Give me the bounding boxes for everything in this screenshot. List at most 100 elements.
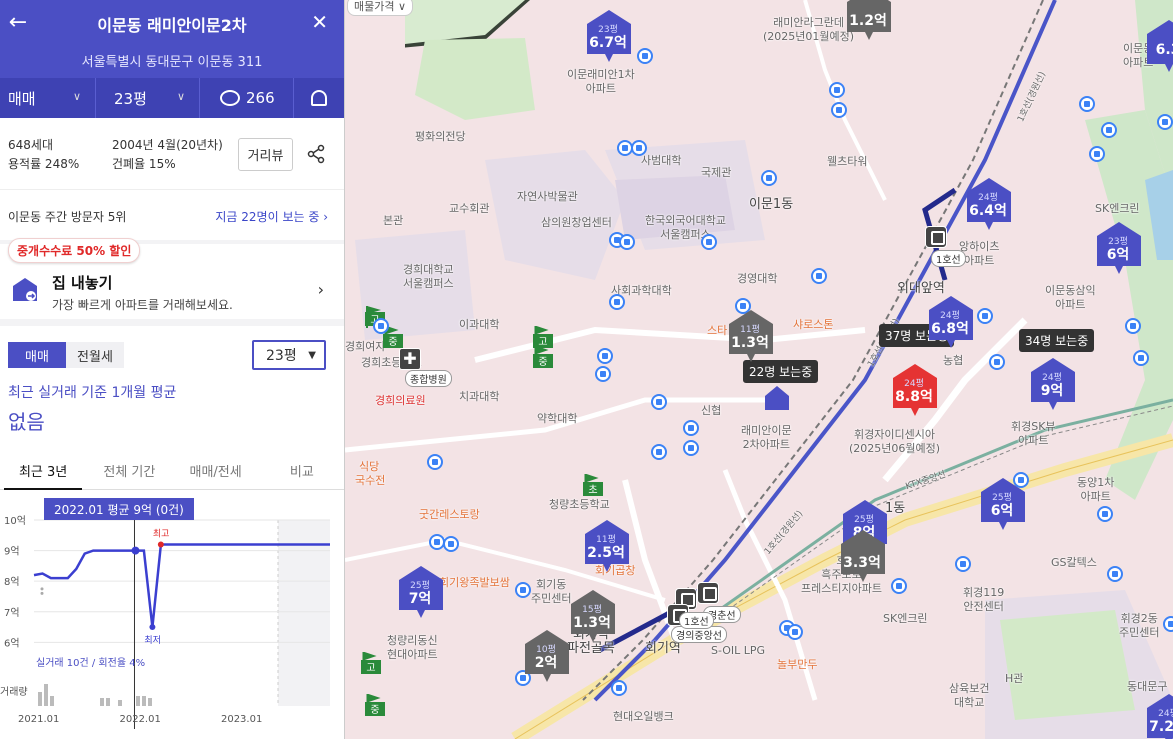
house-arrow-icon	[10, 274, 40, 304]
school-icon[interactable]: 중	[365, 693, 385, 718]
chart-shaded-area	[278, 520, 330, 706]
bus-stop-icon[interactable]	[977, 308, 993, 324]
bus-stop-icon[interactable]	[619, 234, 635, 250]
chevron-right-icon: ›	[317, 280, 324, 299]
street-view-button[interactable]: 거리뷰	[238, 138, 293, 171]
selected-complex-marker[interactable]	[763, 384, 791, 412]
marker-price: 6.8억	[931, 321, 969, 337]
map-label: 회기왕족발보쌈	[439, 576, 510, 589]
bus-stop-icon[interactable]	[609, 294, 625, 310]
viewers-now-link[interactable]: 지금 22명이 보는 중 ›	[215, 208, 328, 225]
school-badge-text: 초	[588, 484, 597, 496]
bus-stop-icon[interactable]	[955, 556, 971, 572]
size-select[interactable]: 23평 ▼	[252, 340, 326, 370]
bus-stop-icon[interactable]	[683, 440, 699, 456]
bus-stop-icon[interactable]	[597, 348, 613, 364]
bus-stop-icon[interactable]	[1107, 566, 1123, 582]
school-icon[interactable]: 초	[583, 473, 603, 498]
price-marker[interactable]: 24평7.2억	[1145, 694, 1173, 739]
map-label: 이문동삼익 아파트	[1045, 284, 1096, 311]
tab-sale-jeonse[interactable]: 매매/전세	[173, 452, 259, 489]
bus-stop-icon[interactable]	[1079, 96, 1095, 112]
bus-stop-icon[interactable]	[651, 394, 667, 410]
bus-stop-icon[interactable]	[831, 102, 847, 118]
bus-stop-icon[interactable]	[651, 444, 667, 460]
bus-stop-icon[interactable]	[701, 234, 717, 250]
bus-stop-icon[interactable]	[373, 318, 389, 334]
subway-station-icon[interactable]	[925, 226, 947, 248]
map-label: 현대오일뱅크	[613, 710, 674, 723]
map-label: 휘경SK뷰 아파트	[1011, 420, 1056, 447]
school-icon[interactable]: 고	[361, 651, 381, 676]
tab-recent-3y[interactable]: 최근 3년	[0, 452, 86, 490]
bus-stop-icon[interactable]	[829, 82, 845, 98]
price-marker[interactable]: 24평 8.8억	[891, 364, 939, 416]
sell-promo-card[interactable]: 중개수수료 50% 할인 집 내놓기 가장 빠르게 아파트를 거래해보세요. ›	[0, 238, 344, 326]
map-view[interactable]: 매물가격 ∨ 이문래미안1차 아파트 래미안라그란데 (2025년01월예정) 평화…	[345, 0, 1173, 739]
map-label: 이문래미안1차 아파트	[567, 68, 635, 95]
price-marker[interactable]: 10평 2억	[523, 630, 571, 682]
bus-stop-icon[interactable]	[787, 624, 803, 640]
bus-stop-icon[interactable]	[1089, 146, 1105, 162]
share-icon[interactable]	[306, 144, 326, 164]
price-marker[interactable]: 24평 6.4억	[965, 178, 1013, 230]
price-marker[interactable]: 23평 6.7억	[585, 10, 633, 62]
hospital-icon[interactable]: ✚	[399, 348, 421, 370]
discount-badge: 중개수수료 50% 할인	[8, 238, 141, 263]
bus-stop-icon[interactable]	[891, 578, 907, 594]
bus-stop-icon[interactable]	[611, 680, 627, 696]
bus-stop-icon[interactable]	[1101, 122, 1117, 138]
price-marker[interactable]: 15평 1.3억	[569, 590, 617, 642]
bus-stop-icon[interactable]	[515, 582, 531, 598]
marker-content: 1.2억	[845, 0, 891, 34]
price-marker[interactable]: 6.3	[1145, 20, 1173, 72]
price-marker[interactable]: 25평 7억	[397, 566, 445, 618]
tab-compare[interactable]: 비교	[259, 452, 344, 489]
price-marker[interactable]: 24평 6.8억	[927, 296, 975, 348]
bus-stop-icon[interactable]	[1097, 506, 1113, 522]
school-icon[interactable]: 중	[533, 345, 553, 370]
tab-all-period[interactable]: 전체 기간	[86, 452, 172, 489]
price-marker[interactable]: 24평 9억	[1029, 358, 1077, 410]
marker-price: 2억	[534, 655, 558, 671]
price-marker[interactable]: 11평 1.3억	[727, 310, 775, 362]
bus-stop-icon[interactable]	[811, 268, 827, 284]
bus-stop-icon[interactable]	[1133, 350, 1149, 366]
price-marker[interactable]: 11평 2.5억	[583, 520, 631, 572]
map-label: S-OIL LPG	[711, 644, 766, 657]
bus-stop-icon[interactable]	[637, 48, 653, 64]
map-label: 청량리동신 현대아파트	[387, 634, 438, 661]
bus-stop-icon[interactable]	[761, 170, 777, 186]
volume-bar	[44, 684, 48, 706]
price-marker[interactable]: 3.3억	[839, 530, 887, 582]
bus-stop-icon[interactable]	[1157, 114, 1173, 130]
bus-stop-icon[interactable]	[595, 366, 611, 382]
subway-station-icon[interactable]	[697, 582, 719, 604]
bus-stop-icon[interactable]	[631, 140, 647, 156]
volume-label: 거래량	[0, 686, 28, 698]
price-chart[interactable]: 10억 9억 8억 7억 6억 최고최저 2022.01 평균 9억 (0건) 실거래 10건…	[0, 490, 345, 739]
map-label: 휘경자이디센시아 (2025년06월예정)	[849, 428, 941, 455]
price-marker[interactable]: 25평 6억	[979, 478, 1027, 530]
bus-stop-icon[interactable]	[1163, 616, 1173, 632]
map-label: 삼의원창업센터	[541, 216, 612, 229]
chart-tooltip: 2022.01 평균 9억 (0건)	[54, 503, 184, 517]
bus-stop-icon[interactable]	[427, 454, 443, 470]
page-title: 이문동 래미안이문2차	[97, 16, 247, 35]
comments-button[interactable]: 266	[200, 78, 294, 118]
price-marker[interactable]: 1.2억	[845, 0, 893, 40]
price-filter-chip[interactable]: 매물가격 ∨	[347, 0, 414, 16]
rent-tab[interactable]: 전월세	[66, 342, 124, 368]
alarm-button[interactable]	[294, 78, 344, 118]
sale-tab[interactable]: 매매	[8, 342, 66, 368]
bus-stop-icon[interactable]	[683, 420, 699, 436]
size-dropdown[interactable]: 23평 ∨	[96, 78, 200, 118]
bus-stop-icon[interactable]	[1125, 318, 1141, 334]
trade-type-dropdown[interactable]: 매매 ∨	[0, 78, 96, 118]
price-marker[interactable]: 23평 6억	[1095, 222, 1143, 274]
close-icon[interactable]: ✕	[311, 10, 328, 34]
bus-stop-icon[interactable]	[989, 354, 1005, 370]
map-label: 놀부만두	[777, 658, 818, 671]
bus-stop-icon[interactable]	[443, 536, 459, 552]
map-label: H관	[1005, 672, 1024, 685]
